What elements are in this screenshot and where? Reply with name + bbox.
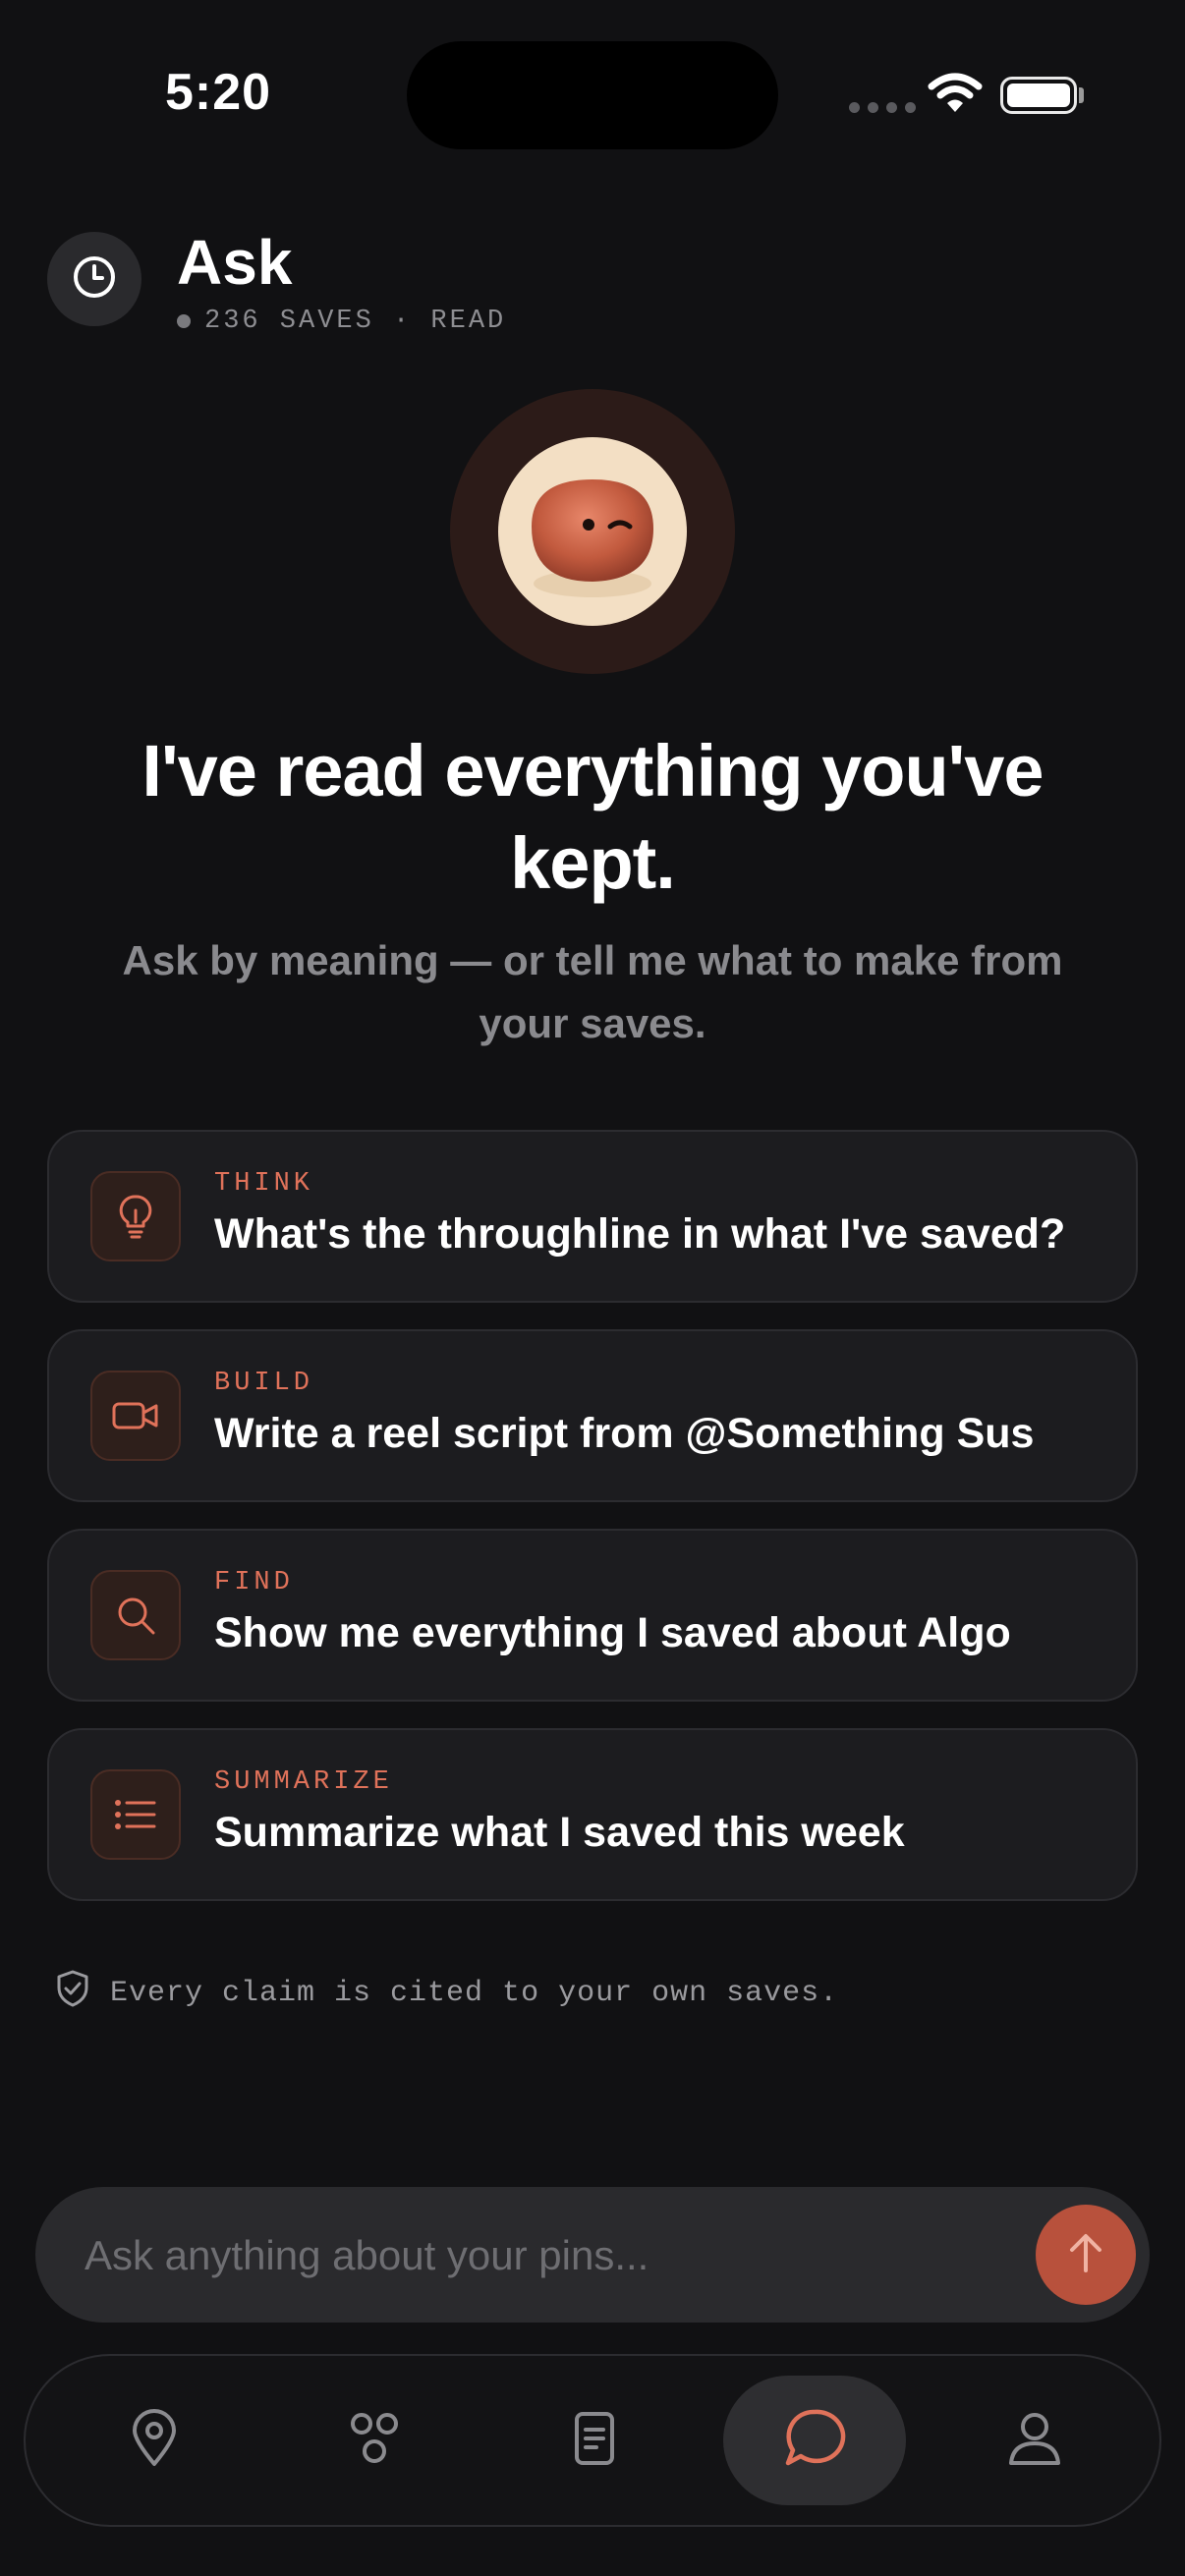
suggestion-card-summarize[interactable]: SUMMARIZE Summarize what I saved this we… xyxy=(47,1728,1138,1901)
arrow-up-icon xyxy=(1066,2231,1105,2279)
suggestion-card-think[interactable]: THINK What's the throughline in what I'v… xyxy=(47,1130,1138,1303)
ask-input-bar xyxy=(35,2187,1150,2324)
person-icon xyxy=(1007,2410,1062,2472)
suggestion-prompt: Show me everything I saved about Algo xyxy=(214,1609,1011,1656)
suggestion-prompt: What's the throughline in what I've save… xyxy=(214,1210,1066,1258)
tab-bar xyxy=(24,2354,1161,2527)
tab-profile[interactable] xyxy=(943,2376,1126,2505)
document-icon xyxy=(573,2410,616,2472)
tab-notes[interactable] xyxy=(503,2376,686,2505)
battery-icon xyxy=(1000,77,1077,114)
battery-tip xyxy=(1079,87,1084,103)
saves-status-text: 236 SAVES · READ xyxy=(204,307,507,336)
suggestion-tag: FIND xyxy=(214,1568,294,1597)
tab-collections[interactable] xyxy=(283,2376,466,2505)
suggestion-prompt: Summarize what I saved this week xyxy=(214,1809,905,1856)
suggestion-card-find[interactable]: FIND Show me everything I saved about Al… xyxy=(47,1529,1138,1702)
history-button[interactable] xyxy=(47,232,141,326)
shield-check-icon xyxy=(55,1969,90,2018)
cellular-signal-icon xyxy=(849,102,916,113)
chat-bubble-icon xyxy=(783,2408,846,2474)
list-icon xyxy=(90,1769,181,1860)
lightbulb-icon xyxy=(90,1171,181,1261)
citation-note: Every claim is cited to your own saves. xyxy=(55,1969,838,2018)
suggestion-card-build[interactable]: BUILD Write a reel script from @Somethin… xyxy=(47,1329,1138,1502)
status-dot xyxy=(177,314,191,328)
hero-subtitle: Ask by meaning — or tell me what to make… xyxy=(122,937,1063,1046)
search-icon xyxy=(90,1570,181,1660)
send-button[interactable] xyxy=(1036,2205,1136,2305)
ask-input[interactable] xyxy=(83,2187,1020,2324)
avatar-mascot xyxy=(498,437,687,626)
tab-map[interactable] xyxy=(63,2376,246,2505)
suggestion-tag: SUMMARIZE xyxy=(214,1767,393,1797)
location-pin-icon xyxy=(131,2408,178,2473)
suggestion-prompt: Write a reel script from @Something Sus xyxy=(214,1410,1035,1457)
dynamic-island xyxy=(407,41,778,149)
saves-status: 236 SAVES · READ xyxy=(177,307,506,336)
status-time: 5:20 xyxy=(165,64,272,121)
wifi-icon xyxy=(928,73,983,119)
assistant-avatar xyxy=(450,389,735,674)
clock-icon xyxy=(71,253,118,306)
citation-note-text: Every claim is cited to your own saves. xyxy=(110,1977,839,2010)
tab-ask[interactable] xyxy=(723,2376,906,2505)
suggestion-tag: BUILD xyxy=(214,1369,314,1398)
suggestion-tag: THINK xyxy=(214,1169,314,1199)
video-icon xyxy=(90,1371,181,1461)
page-title: Ask xyxy=(177,227,293,298)
cluster-icon xyxy=(349,2411,400,2471)
hero-headline: I've read everything you've kept. xyxy=(141,730,1044,904)
